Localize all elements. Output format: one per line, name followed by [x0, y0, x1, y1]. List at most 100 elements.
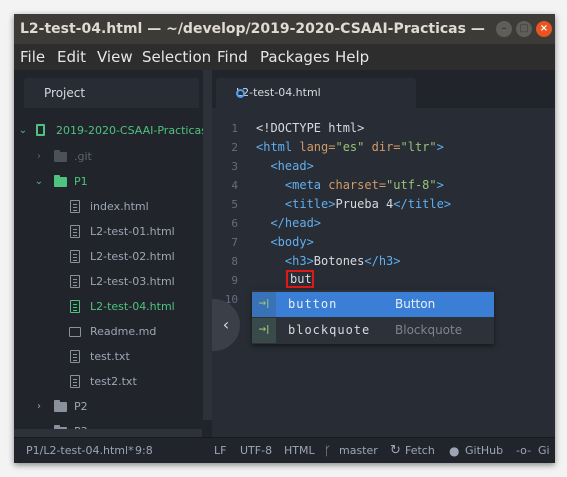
file-icon: [70, 225, 80, 238]
status-line-ending[interactable]: LF: [214, 438, 226, 463]
code-line: <body>: [256, 235, 314, 249]
tree-file[interactable]: test.txt: [14, 344, 202, 369]
status-git[interactable]: Gi: [538, 438, 550, 463]
tree-file-label: L2-test-02.html: [90, 250, 175, 263]
file-icon: [70, 350, 80, 363]
autocomplete-item-blockquote[interactable]: →| blockquote Blockquote: [252, 318, 494, 343]
tree-horizontal-scrollbar[interactable]: [14, 429, 202, 437]
tree-folder-p2-label: P2: [74, 400, 88, 413]
chevron-down-icon: ⌄: [34, 176, 44, 187]
snippet-icon: →|: [252, 292, 276, 317]
git-commit-icon: -o-: [516, 444, 532, 457]
chevron-right-icon: ›: [37, 401, 41, 412]
tree-folder-git[interactable]: › .git: [14, 144, 202, 169]
tree-file-label: index.html: [90, 200, 149, 213]
code-line: <head>: [256, 159, 314, 173]
line-number: 9: [231, 274, 238, 287]
tree-folder-git-label: .git: [74, 150, 92, 163]
autocomplete-label: Blockquote: [395, 323, 463, 337]
tree-file[interactable]: L2-test-03.html: [14, 269, 202, 294]
tree-file-label: test.txt: [90, 350, 130, 363]
book-icon: [69, 327, 81, 337]
menu-file[interactable]: File: [20, 44, 45, 70]
tree-file[interactable]: test2.txt: [14, 369, 202, 394]
menu-packages[interactable]: Packages: [260, 44, 330, 70]
code-line: <meta charset="utf-8">: [256, 178, 444, 192]
github-icon: ●: [449, 444, 460, 458]
autocomplete-label: Button: [395, 297, 436, 311]
status-grammar[interactable]: HTML: [284, 438, 315, 463]
file-icon: [70, 200, 80, 213]
git-branch-icon: ᚴ: [324, 444, 332, 458]
editor-tab-bar: L2-test-04.html: [212, 70, 555, 108]
status-github[interactable]: GitHub: [465, 438, 503, 463]
tree-view: Project ⌄ 2019-2020-CSAAI-Practicas › .g…: [14, 70, 207, 443]
sync-icon: ↻: [390, 443, 401, 458]
status-cursor-position[interactable]: 9:8: [135, 438, 153, 463]
line-number: 7: [231, 236, 238, 249]
code-line: <h3>Botones</h3>: [256, 254, 401, 268]
line-number: 5: [231, 198, 238, 211]
line-number: 3: [231, 160, 238, 173]
tree-file-label: L2-test-04.html: [90, 300, 175, 313]
tree-file[interactable]: Readme.md: [14, 319, 202, 344]
menu-view[interactable]: View: [97, 44, 133, 70]
text-editor[interactable]: L2-test-04.html 1 2 3 4 5 6 7 8 9 10 11 …: [212, 70, 555, 443]
autocomplete-item-button[interactable]: →| button Button: [252, 292, 494, 317]
tree-file[interactable]: L2-test-01.html: [14, 219, 202, 244]
code-line: <title>Prueba 4</title>: [256, 197, 452, 211]
title-bar: L2-test-04.html — ~/develop/2019-2020-CS…: [14, 14, 555, 44]
maximize-button[interactable]: □: [516, 21, 532, 37]
tree-folder-p2[interactable]: › P2: [14, 394, 202, 419]
folder-icon: [54, 175, 67, 187]
code-line: <!DOCTYPE html>: [256, 121, 365, 135]
status-file-path[interactable]: P1/L2-test-04.html*: [26, 438, 134, 463]
window-title: L2-test-04.html — ~/develop/2019-2020-CS…: [20, 21, 490, 37]
snippet-icon: →|: [252, 318, 276, 343]
repo-icon: [36, 124, 45, 136]
tree-file[interactable]: index.html: [14, 194, 202, 219]
status-bar: P1/L2-test-04.html* 9:8 LF UTF-8 HTML ᚴ …: [14, 437, 555, 463]
atom-window: L2-test-04.html — ~/develop/2019-2020-CS…: [14, 14, 555, 463]
tab-l2-test-04-label: L2-test-04.html: [236, 86, 321, 99]
menu-selection[interactable]: Selection: [142, 44, 211, 70]
folder-icon: [54, 150, 67, 162]
code-line: </head>: [256, 216, 322, 230]
close-button[interactable]: ×: [536, 21, 552, 37]
tab-project[interactable]: Project: [24, 78, 199, 108]
menu-help[interactable]: Help: [335, 44, 369, 70]
tree-root-folder[interactable]: ⌄ 2019-2020-CSAAI-Practicas: [14, 118, 207, 143]
tree-file-label: test2.txt: [90, 375, 137, 388]
tree-file-label: Readme.md: [90, 325, 157, 338]
status-branch[interactable]: master: [339, 438, 378, 463]
file-icon: [70, 275, 80, 288]
tree-file[interactable]: L2-test-02.html: [14, 244, 202, 269]
tree-scrollbar[interactable]: [203, 70, 212, 420]
menu-edit[interactable]: Edit: [57, 44, 86, 70]
autocomplete-popup[interactable]: →| button Button →| blockquote Blockquot…: [252, 290, 494, 344]
tab-project-label: Project: [44, 86, 86, 100]
minimize-button[interactable]: –: [496, 21, 512, 37]
line-number-gutter: 1 2 3 4 5 6 7 8 9 10 11: [212, 108, 246, 443]
tree-file-label: L2-test-01.html: [90, 225, 175, 238]
tree-file-active[interactable]: L2-test-04.html: [14, 294, 202, 319]
line-number: 1: [231, 122, 238, 135]
tree-file-label: L2-test-03.html: [90, 275, 175, 288]
menu-find[interactable]: Find: [217, 44, 248, 70]
tree-folder-p1[interactable]: ⌄ P1: [14, 169, 202, 194]
tree-folder-p1-label: P1: [74, 175, 88, 188]
folder-icon: [54, 400, 67, 412]
chevron-right-icon: ›: [37, 151, 41, 162]
status-encoding[interactable]: UTF-8: [240, 438, 272, 463]
tab-l2-test-04[interactable]: L2-test-04.html: [216, 78, 416, 108]
tree-root-label: 2019-2020-CSAAI-Practicas: [56, 124, 208, 137]
file-icon: [70, 250, 80, 263]
chevron-down-icon: ⌄: [18, 125, 28, 136]
file-icon: [70, 375, 80, 388]
typed-text-cursor[interactable]: but: [286, 270, 314, 288]
status-fetch[interactable]: Fetch: [405, 438, 435, 463]
line-number: 2: [231, 141, 238, 154]
line-number: 6: [231, 217, 238, 230]
file-icon: [70, 300, 80, 313]
modified-dot-icon[interactable]: [236, 89, 245, 98]
